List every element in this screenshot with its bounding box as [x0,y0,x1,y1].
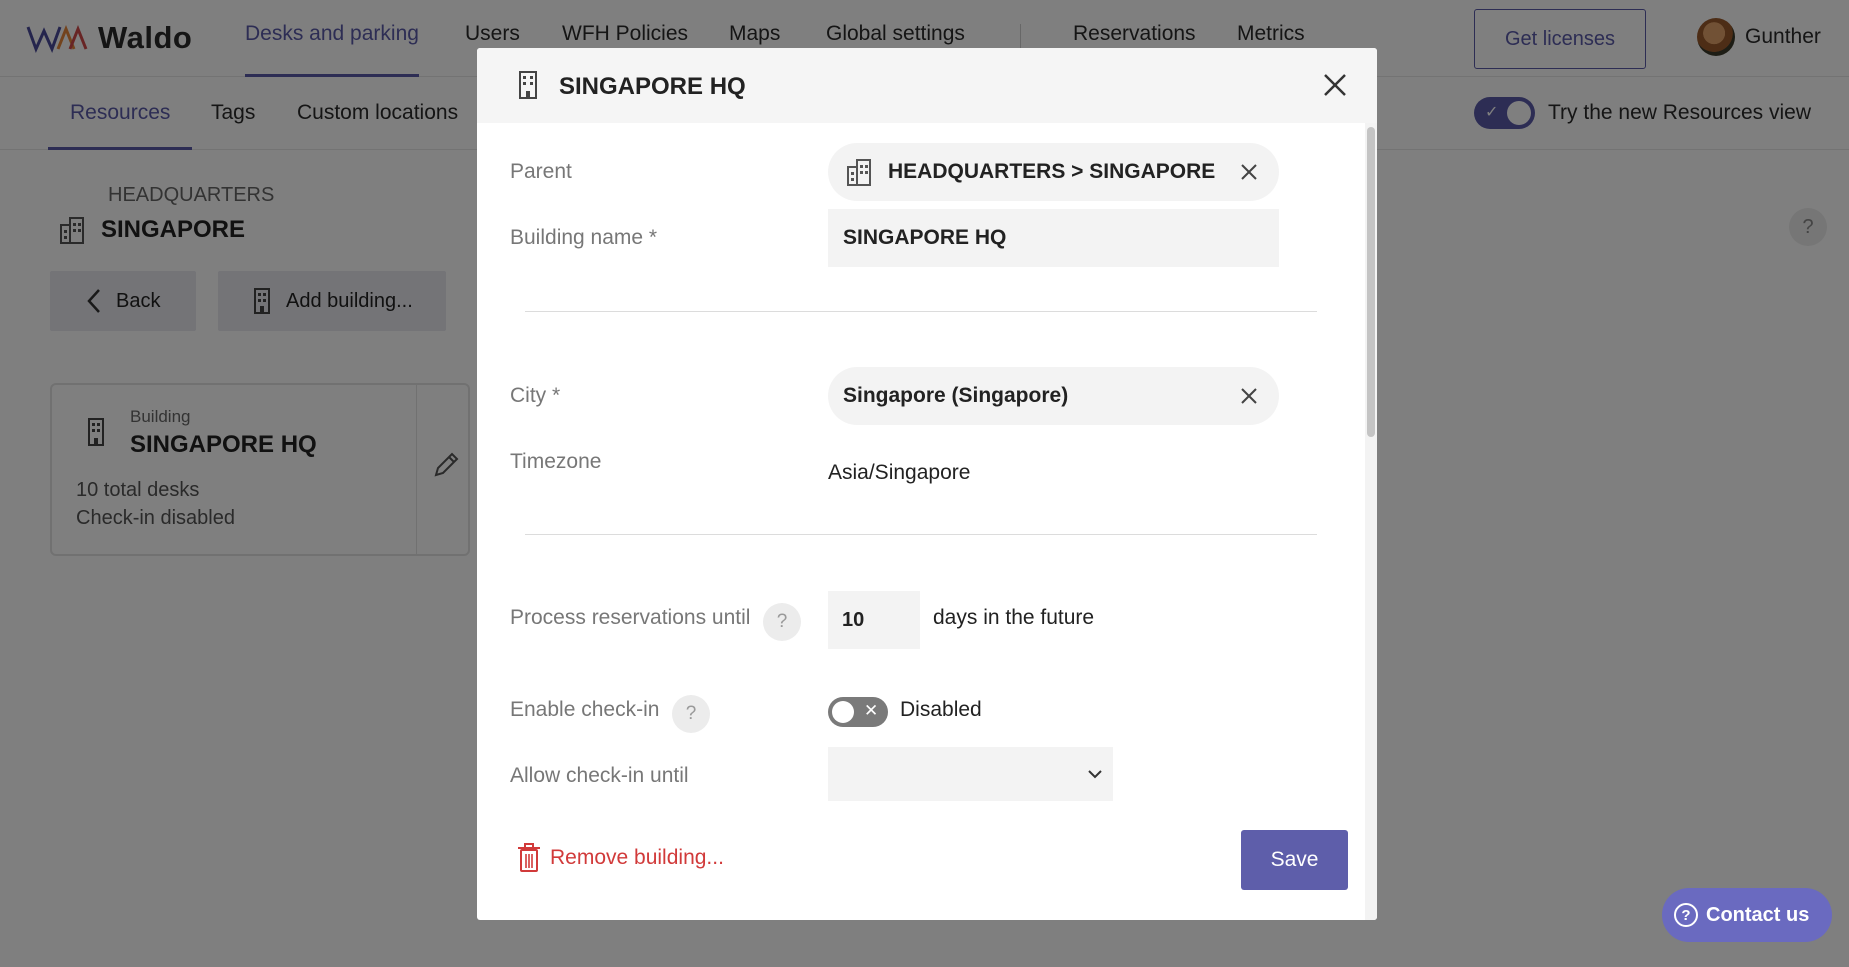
remove-building-button[interactable]: Remove building... [517,843,724,873]
scrollbar-thumb[interactable] [1367,127,1375,437]
process-help-icon[interactable]: ? [763,603,801,641]
dialog-header: SINGAPORE HQ [477,48,1377,123]
contact-us-label: Contact us [1706,903,1810,926]
save-button[interactable]: Save [1241,830,1348,890]
close-dialog-button[interactable] [1318,68,1352,102]
trash-icon [518,843,540,872]
dialog-title: SINGAPORE HQ [559,73,746,100]
chevron-down-icon [1088,770,1102,779]
process-days-input[interactable] [828,591,920,649]
dialog-scrollbar[interactable] [1365,123,1377,920]
days-suffix: days in the future [933,606,1095,629]
city-buildings-icon [847,159,871,186]
parent-selector[interactable]: HEADQUARTERS > SINGAPORE [828,143,1279,201]
city-value: Singapore (Singapore) [843,384,1069,407]
process-reservations-label: Process reservations until [510,606,751,629]
timezone-value: Asia/Singapore [828,461,971,484]
parent-value: HEADQUARTERS > SINGAPORE [888,160,1216,183]
clear-parent-icon[interactable] [1237,160,1261,184]
timezone-label: Timezone [510,450,602,473]
enable-checkin-toggle[interactable]: ✕ [828,697,888,727]
edit-building-dialog: SINGAPORE HQ Parent HEADQUARTERS > SINGA… [477,48,1377,920]
building-name-input[interactable] [828,209,1279,267]
toggle-knob [832,701,854,723]
checkin-help-icon[interactable]: ? [672,695,710,733]
city-label: City * [510,384,561,407]
allow-checkin-label: Allow check-in until [510,764,689,787]
close-icon [1324,74,1346,96]
contact-us-button[interactable]: ? Contact us [1662,888,1832,942]
section-divider [525,534,1317,535]
remove-building-label: Remove building... [550,846,724,869]
section-divider [525,311,1317,312]
allow-checkin-select[interactable] [828,747,1113,801]
building-name-label: Building name * [510,226,658,249]
city-selector[interactable]: Singapore (Singapore) [828,367,1279,425]
enable-checkin-label: Enable check-in [510,698,660,721]
parent-label: Parent [510,160,572,183]
building-icon [517,70,539,105]
clear-city-icon[interactable] [1237,384,1261,408]
x-icon: ✕ [864,701,879,720]
checkin-state: Disabled [900,698,982,721]
question-icon: ? [1674,903,1698,927]
